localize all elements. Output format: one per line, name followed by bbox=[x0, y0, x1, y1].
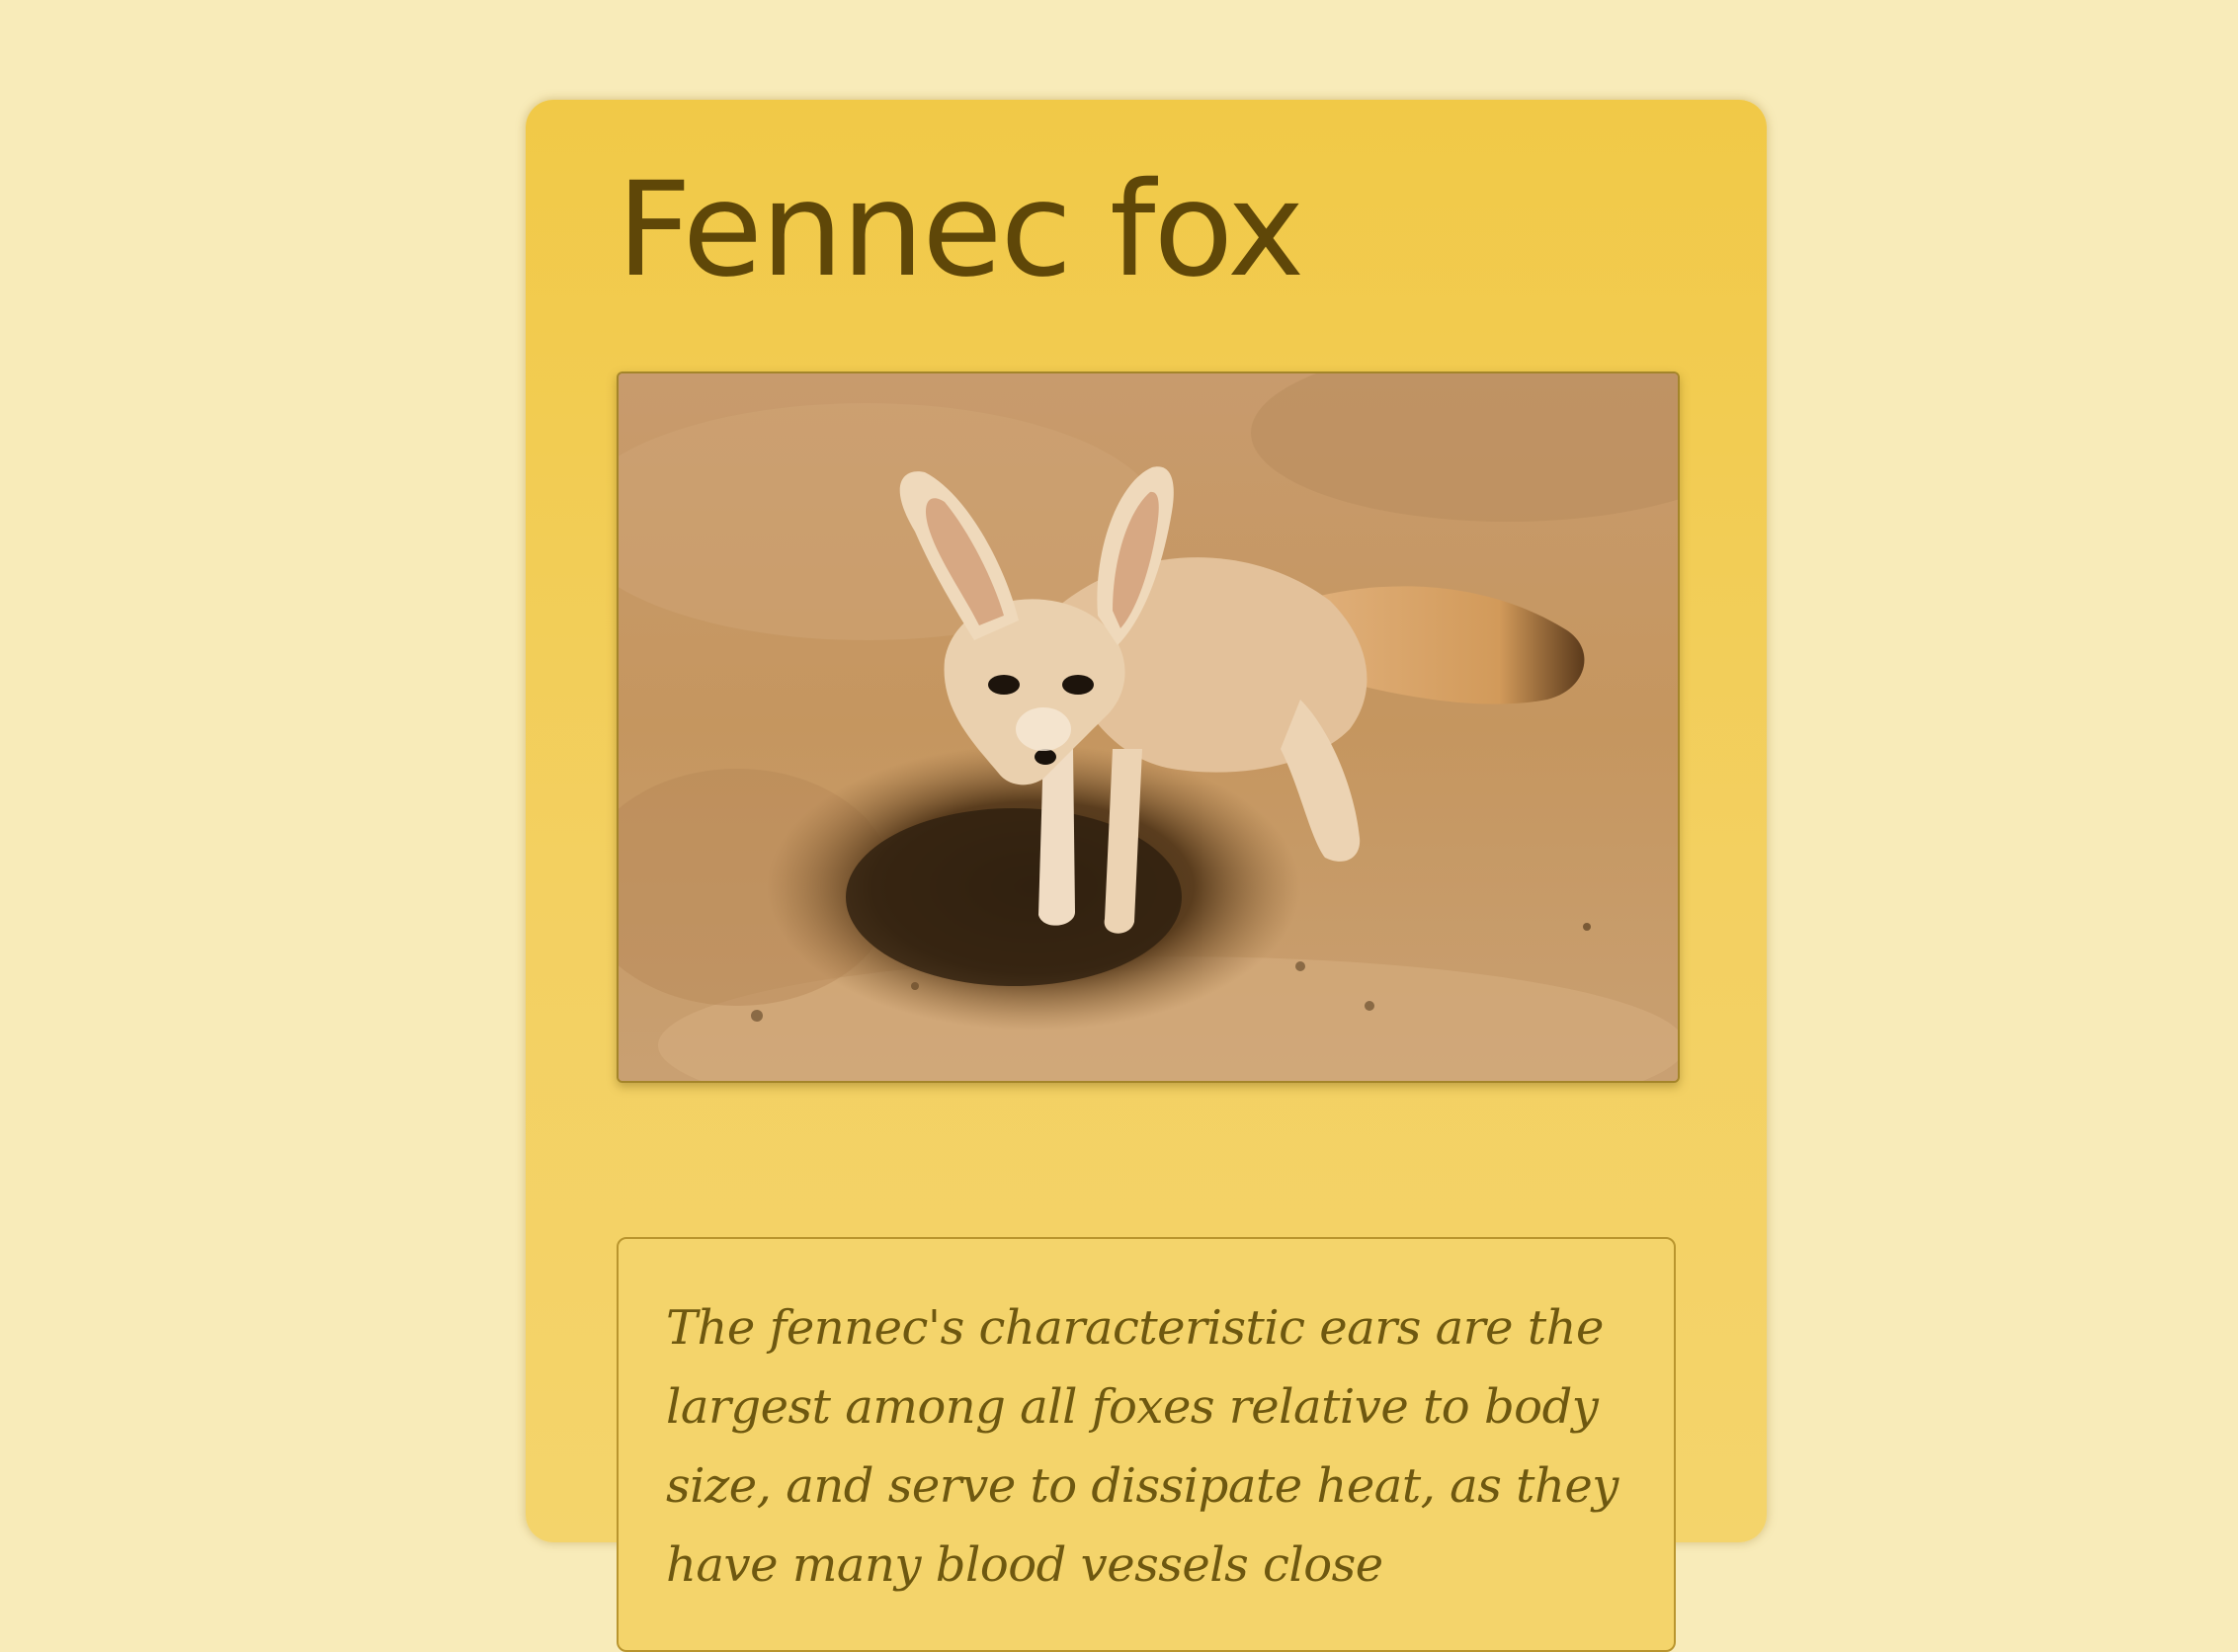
description-text: The fennec's characteristic ears are the… bbox=[666, 1300, 1618, 1593]
description-box: The fennec's characteristic ears are the… bbox=[617, 1237, 1676, 1652]
fennec-fox-photo bbox=[617, 372, 1680, 1083]
card-title: Fennec fox bbox=[617, 154, 1304, 306]
animal-card: Fennec fox The fennec's characteristic e… bbox=[526, 100, 1767, 1652]
